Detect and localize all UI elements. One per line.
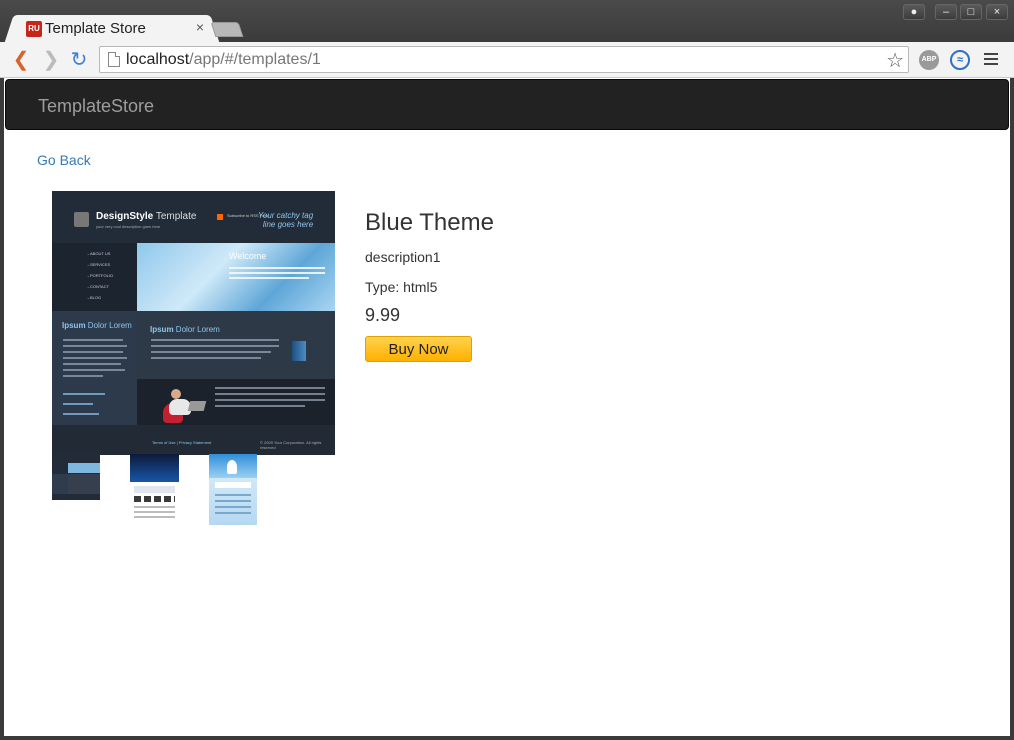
- preview-logo-sub: your very cool description goes here: [96, 224, 161, 229]
- thumbnail-2[interactable]: [130, 454, 179, 527]
- preview-header: DesignStyle Template your very cool desc…: [52, 191, 335, 243]
- preview-hero: Welcome: [137, 243, 335, 311]
- preview-book-icon: [292, 341, 306, 361]
- template-preview-image: DesignStyle Template your very cool desc…: [52, 191, 335, 455]
- preview-footer: Terms of Use | Privacy Statement © 2009 …: [52, 425, 335, 455]
- address-bar[interactable]: localhost/app/#/templates/1 ☆: [99, 46, 909, 73]
- product-title: Blue Theme: [365, 209, 494, 236]
- buy-now-button[interactable]: Buy Now: [365, 336, 472, 362]
- browser-titlebar: RU Template Store × ● – □ ×: [0, 0, 1014, 43]
- preview-footer-copyright: © 2009 Your Corporation. All rights rese…: [260, 440, 322, 450]
- page-icon: [108, 52, 120, 67]
- preview-sidebar: Ipsum Dolor Lorem: [52, 311, 137, 425]
- preview-nav-item: PORTFOLIO: [86, 273, 113, 278]
- preview-footer-links: Terms of Use | Privacy Statement: [152, 440, 212, 445]
- close-window-icon[interactable]: ×: [986, 4, 1008, 20]
- preview-side-title: Ipsum Dolor Lorem: [62, 321, 132, 330]
- user-profile-icon[interactable]: ●: [903, 4, 925, 20]
- preview-catchy-tag: Your catchy tag line goes here: [258, 211, 314, 229]
- browser-menu-icon[interactable]: [984, 53, 998, 65]
- preview-nav-item: CONTACT: [86, 284, 109, 289]
- tab-favicon-icon: RU: [26, 21, 42, 37]
- minimize-icon[interactable]: –: [935, 4, 957, 20]
- back-arrow-icon[interactable]: ❮: [9, 48, 33, 72]
- preview-photo-block: [137, 379, 335, 425]
- reload-icon[interactable]: ↻: [67, 48, 91, 72]
- preview-nav-item: SERVICES: [86, 262, 110, 267]
- bookmark-star-icon[interactable]: ☆: [886, 48, 904, 73]
- preview-rss-icon: [217, 214, 223, 220]
- forward-arrow-icon[interactable]: ❯: [39, 48, 63, 72]
- preview-logo: DesignStyle Template: [96, 211, 197, 222]
- preview-content-block: Ipsum Dolor Lorem: [137, 311, 335, 379]
- preview-welcome: Welcome: [229, 251, 267, 261]
- sync-extension-icon[interactable]: ≈: [950, 50, 970, 70]
- preview-content-title: Ipsum Dolor Lorem: [150, 325, 220, 334]
- preview-woman-photo: [151, 385, 211, 423]
- product-price: 9.99: [365, 305, 401, 325]
- page-viewport: TemplateStore Go Back DesignStyle Templa…: [4, 78, 1010, 736]
- browser-tab[interactable]: RU Template Store ×: [14, 15, 210, 43]
- thumbnail-1[interactable]: [52, 454, 100, 500]
- maximize-icon[interactable]: □: [960, 4, 982, 20]
- go-back-link[interactable]: Go Back: [37, 152, 91, 168]
- preview-nav-item: ABOUT US: [86, 251, 110, 256]
- thumbnail-3[interactable]: [209, 454, 257, 525]
- new-tab-button[interactable]: [210, 22, 244, 37]
- adblock-extension-icon[interactable]: ABP: [919, 50, 939, 70]
- product-description: description1: [365, 249, 441, 265]
- tab-title: Template Store: [45, 20, 146, 37]
- product-type: Type: html5: [365, 279, 438, 295]
- tab-close-icon[interactable]: ×: [196, 19, 204, 35]
- site-navbar: TemplateStore: [5, 79, 1009, 130]
- navbar-brand[interactable]: TemplateStore: [38, 96, 154, 117]
- preview-nav-item: BLOG: [86, 295, 101, 300]
- browser-toolbar: ❮ ❯ ↻ localhost/app/#/templates/1 ☆ ABP …: [0, 42, 1014, 78]
- preview-nav: ABOUT US SERVICES PORTFOLIO CONTACT BLOG: [52, 243, 137, 311]
- url-text[interactable]: localhost/app/#/templates/1: [126, 51, 321, 69]
- preview-logo-icon: [74, 212, 89, 227]
